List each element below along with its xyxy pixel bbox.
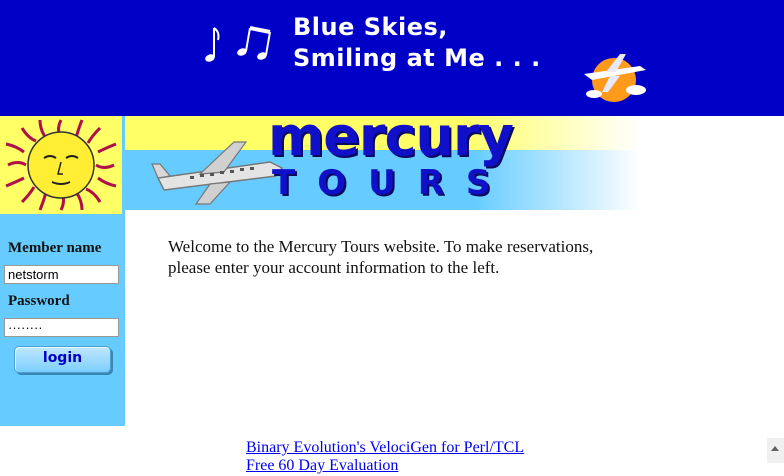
scroll-up-icon[interactable]	[771, 446, 779, 451]
member-name-input[interactable]	[4, 265, 119, 284]
member-name-label: Member name	[8, 240, 102, 256]
password-input[interactable]	[4, 318, 119, 337]
music-notes-icon	[205, 26, 271, 62]
evaluation-link[interactable]: Free 60 Day Evaluation	[246, 456, 398, 476]
top-banner: Blue Skies, Smiling at Me . . .	[0, 0, 784, 116]
login-sidebar: Member name Password login	[0, 116, 125, 426]
banner-line-1: Blue Skies,	[293, 13, 448, 41]
plane-sun-icon	[584, 54, 646, 102]
login-button[interactable]: login	[14, 346, 111, 373]
velocigen-link[interactable]: Binary Evolution's VelociGen for Perl/TC…	[246, 438, 524, 458]
password-label: Password	[8, 293, 70, 309]
sun-face-icon	[0, 116, 122, 214]
logo-mercury: mercury	[268, 105, 514, 168]
banner-line-2: Smiling at Me . . .	[293, 44, 541, 72]
welcome-message: Welcome to the Mercury Tours website. To…	[168, 237, 594, 277]
banner-tagline: Blue Skies, Smiling at Me . . .	[293, 12, 541, 74]
scrollbar[interactable]	[767, 438, 784, 463]
logo-tours: TOURS	[272, 163, 513, 203]
